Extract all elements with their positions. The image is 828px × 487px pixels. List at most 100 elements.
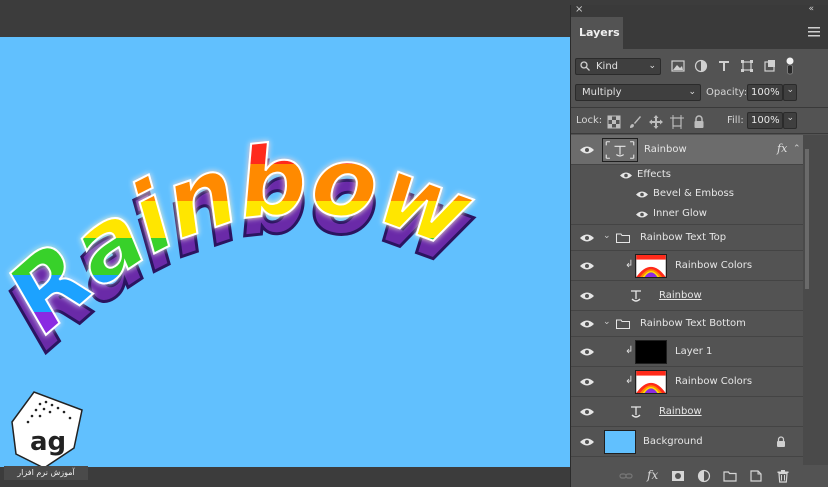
layers-scrollbar[interactable]	[803, 135, 828, 465]
group-name[interactable]: Rainbow Text Top	[640, 232, 726, 243]
lock-icon[interactable]	[776, 436, 786, 448]
search-icon	[580, 61, 590, 71]
type-layer-thumbnail	[602, 138, 638, 162]
add-mask-icon[interactable]	[671, 469, 685, 483]
new-layer-icon[interactable]	[749, 469, 763, 483]
lock-all-icon[interactable]	[692, 115, 706, 129]
visibility-eye-icon[interactable]	[579, 233, 595, 243]
layer-row-rainbow[interactable]: Rainbow fx ⌃	[571, 135, 803, 165]
fill-slider-toggle[interactable]: ⌄	[783, 112, 797, 129]
chevron-down-icon[interactable]: ⌄	[603, 231, 611, 241]
layer-name[interactable]: Rainbow	[644, 144, 687, 155]
visibility-eye-icon[interactable]	[579, 407, 595, 417]
opacity-label: Opacity:	[706, 87, 748, 98]
blend-mode-select[interactable]: Multiply ⌄	[575, 84, 701, 101]
lock-artboard-icon[interactable]	[670, 115, 684, 129]
layers-panel-footer: fx	[571, 465, 828, 487]
lock-transparent-icon[interactable]	[607, 115, 621, 129]
panel-tab-bar: Layers	[571, 17, 828, 49]
watermark-caption: آموزش نرم افزار	[4, 466, 88, 480]
layer-row-rainbow-type[interactable]: Rainbow	[571, 281, 803, 311]
image-filter-icon[interactable]	[671, 59, 685, 73]
fill-label: Fill:	[727, 115, 744, 126]
background-thumbnail	[604, 430, 636, 454]
document-workspace[interactable]: Rainbow Rainbow ag آموزش نرم افزار	[0, 0, 570, 487]
effect-row-bevel-emboss[interactable]: Bevel & Emboss	[571, 185, 803, 204]
kind-filter-select[interactable]: Kind ⌄	[575, 58, 661, 75]
layer-name[interactable]: Rainbow	[659, 406, 702, 417]
layer-name[interactable]: Rainbow	[659, 290, 702, 301]
chevron-down-icon[interactable]: ⌄	[603, 317, 611, 327]
visibility-eye-icon[interactable]	[635, 190, 649, 199]
folder-icon	[616, 319, 630, 329]
effects-label: Effects	[637, 169, 671, 180]
layer-name[interactable]: Background	[643, 436, 703, 447]
chevron-down-icon: ⌄	[786, 85, 794, 95]
effect-name: Bevel & Emboss	[653, 188, 734, 199]
type-filter-icon[interactable]	[717, 59, 731, 73]
layer-row-rainbow-colors[interactable]: ↲ Rainbow Colors	[571, 251, 803, 281]
layer-name[interactable]: Rainbow Colors	[675, 376, 752, 387]
rainbow-colors-thumbnail	[635, 254, 667, 278]
link-layers-icon[interactable]	[619, 469, 633, 483]
visibility-eye-icon[interactable]	[619, 171, 633, 180]
layer-row-background[interactable]: Background	[571, 427, 803, 457]
clipping-mask-icon: ↲	[625, 345, 634, 356]
clipping-mask-icon: ↲	[625, 375, 634, 386]
panel-title-bar: × «	[571, 4, 828, 17]
scrollbar-thumb[interactable]	[805, 149, 809, 289]
clipping-mask-icon: ↲	[625, 259, 634, 270]
artwork-main-text: Rainbow	[0, 122, 489, 355]
layer-row-layer-1[interactable]: ↲ Layer 1	[571, 337, 803, 367]
smart-object-filter-icon[interactable]	[763, 59, 777, 73]
tab-layers[interactable]: Layers	[571, 17, 623, 49]
visibility-eye-icon[interactable]	[579, 437, 595, 447]
panel-divider	[571, 107, 828, 108]
visibility-eye-icon[interactable]	[579, 319, 595, 329]
visibility-eye-icon[interactable]	[579, 347, 595, 357]
opacity-slider-toggle[interactable]: ⌄	[783, 84, 797, 101]
effect-name: Inner Glow	[653, 208, 707, 219]
group-name[interactable]: Rainbow Text Bottom	[640, 318, 746, 329]
layer-name[interactable]: Layer 1	[675, 346, 712, 357]
rainbow-colors-thumbnail	[635, 370, 667, 394]
panel-menu-icon[interactable]	[808, 27, 820, 37]
collapse-panel-icon[interactable]: «	[808, 4, 814, 14]
delete-layer-icon[interactable]	[776, 469, 790, 483]
watermark-logo: ag	[11, 391, 83, 469]
black-layer-thumbnail	[635, 340, 667, 364]
visibility-eye-icon[interactable]	[579, 145, 595, 155]
filter-toggle-icon[interactable]	[785, 57, 795, 75]
effects-header-row[interactable]: Effects	[571, 165, 803, 185]
fill-field[interactable]: 100%	[747, 112, 783, 129]
lock-label: Lock:	[576, 115, 603, 126]
svg-text:Rainbow: Rainbow	[0, 123, 486, 354]
visibility-eye-icon[interactable]	[635, 210, 649, 219]
lock-paint-icon[interactable]	[628, 115, 642, 129]
type-layer-icon	[631, 406, 641, 418]
visibility-eye-icon[interactable]	[579, 261, 595, 271]
layer-effects-badge[interactable]: fx	[777, 142, 787, 155]
visibility-eye-icon[interactable]	[579, 377, 595, 387]
new-group-icon[interactable]	[723, 469, 737, 483]
svg-text:ag: ag	[30, 427, 66, 457]
layer-group-rainbow-text-bottom[interactable]: ⌄ Rainbow Text Bottom	[571, 311, 803, 337]
type-layer-icon	[631, 290, 641, 302]
chevron-up-icon[interactable]: ⌃	[793, 144, 801, 154]
add-style-icon[interactable]: fx	[647, 468, 661, 482]
layer-row-rainbow-type[interactable]: Rainbow	[571, 397, 803, 427]
layers-panel: × « Layers Kind ⌄ Multiply ⌄ Opacity: 10…	[570, 4, 828, 487]
new-adjustment-icon[interactable]	[697, 469, 711, 483]
layer-name[interactable]: Rainbow Colors	[675, 260, 752, 271]
chevron-down-icon: ⌄	[786, 113, 794, 123]
layer-group-rainbow-text-top[interactable]: ⌄ Rainbow Text Top	[571, 225, 803, 251]
adjustment-filter-icon[interactable]	[694, 59, 708, 73]
shape-filter-icon[interactable]	[740, 59, 754, 73]
opacity-field[interactable]: 100%	[747, 84, 783, 101]
effect-row-inner-glow[interactable]: Inner Glow	[571, 204, 803, 225]
visibility-eye-icon[interactable]	[579, 291, 595, 301]
layer-row-rainbow-colors[interactable]: ↲ Rainbow Colors	[571, 367, 803, 397]
lock-position-icon[interactable]	[649, 115, 663, 129]
close-panel-icon[interactable]: ×	[575, 4, 583, 15]
kind-filter-value: Kind	[596, 61, 619, 72]
